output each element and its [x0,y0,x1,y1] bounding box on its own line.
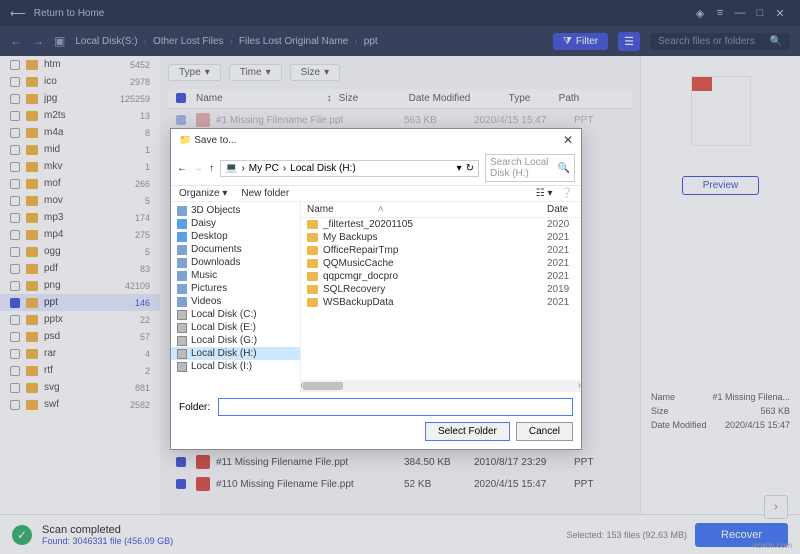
new-folder-button[interactable]: New folder [241,188,289,199]
folder-icon [307,272,318,281]
tree-item[interactable]: Local Disk (G:) [171,334,300,347]
folder-listing[interactable]: Name ˄ Date _filtertest_202011052020My B… [301,202,581,392]
tree-item[interactable]: Local Disk (C:) [171,308,300,321]
tree-icon [177,323,187,333]
tree-item[interactable]: Pictures [171,282,300,295]
tree-icon [177,232,187,242]
list-row[interactable]: WSBackupData2021 [301,296,581,309]
organize-menu[interactable]: Organize ▾ [179,188,227,199]
sort-asc-icon[interactable]: ˄ [378,204,384,215]
list-row[interactable]: SQLRecovery2019 [301,283,581,296]
h-scrollbar[interactable]: ‹› [301,380,581,392]
dlg-back-button[interactable]: ← [177,163,187,174]
cancel-button[interactable]: Cancel [516,422,573,441]
folder-icon: 📁 [179,135,191,146]
tree-item[interactable]: Documents [171,243,300,256]
scroll-right-icon[interactable]: › [578,380,581,391]
tree-item[interactable]: Local Disk (H:) [171,347,300,360]
folder-icon [307,298,318,307]
folder-input[interactable] [218,398,573,416]
folder-icon [307,259,318,268]
folder-icon [307,220,318,229]
dlg-forward-button[interactable]: → [193,163,203,174]
folder-icon [307,285,318,294]
tree-item[interactable]: Videos [171,295,300,308]
tree-icon [177,310,187,320]
view-options-button[interactable]: ☷ ▾ [536,188,553,199]
tree-icon [177,284,187,294]
tree-icon [177,362,187,372]
tree-item[interactable]: Daisy [171,217,300,230]
folder-tree[interactable]: 3D ObjectsDaisyDesktopDocumentsDownloads… [171,202,301,392]
tree-item[interactable]: 3D Objects [171,204,300,217]
list-row[interactable]: My Backups2021 [301,231,581,244]
dialog-close-button[interactable]: ✕ [563,133,573,147]
dialog-title: Save to... [194,135,236,146]
tree-icon [177,349,187,359]
dlg-up-button[interactable]: ↑ [209,163,214,174]
dialog-search[interactable]: Search Local Disk (H:)🔍 [485,154,575,182]
tree-icon [177,245,187,255]
list-row[interactable]: qqpcmgr_docpro2021 [301,270,581,283]
tree-icon [177,297,187,307]
tree-icon [177,271,187,281]
tree-item[interactable]: Local Disk (E:) [171,321,300,334]
pc-icon: 💻 [225,163,237,174]
search-icon: 🔍 [558,163,570,174]
tree-icon [177,336,187,346]
help-icon[interactable]: ❔ [561,188,573,199]
tree-icon [177,258,187,268]
tree-item[interactable]: Local Disk (I:) [171,360,300,373]
list-row[interactable]: QQMusicCache2021 [301,257,581,270]
tree-icon [177,206,187,216]
dialog-path[interactable]: 💻 ›My PC ›Local Disk (H:) ▾↻ [220,160,479,177]
tree-item[interactable]: Downloads [171,256,300,269]
list-row[interactable]: OfficeRepairTmp2021 [301,244,581,257]
save-to-dialog: 📁 Save to... ✕ ← → ↑ 💻 ›My PC ›Local Dis… [170,128,582,450]
select-folder-button[interactable]: Select Folder [425,422,510,441]
list-row[interactable]: _filtertest_202011052020 [301,218,581,231]
folder-icon [307,233,318,242]
tree-item[interactable]: Music [171,269,300,282]
tree-item[interactable]: Desktop [171,230,300,243]
tree-icon [177,219,187,229]
folder-icon [307,246,318,255]
folder-label: Folder: [179,402,210,413]
